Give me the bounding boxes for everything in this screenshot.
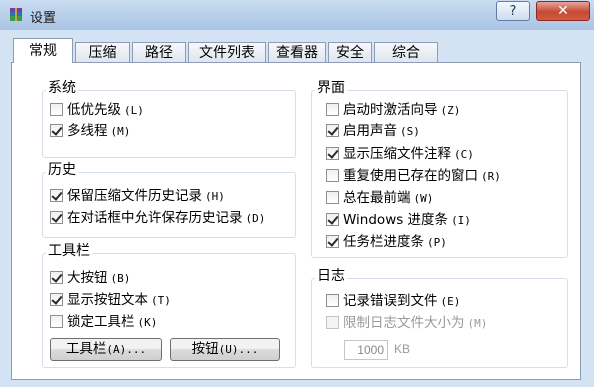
- toolbar-group-title: 工具栏: [46, 243, 92, 259]
- checkbox-box[interactable]: [50, 293, 63, 306]
- checkbox-box[interactable]: [50, 189, 63, 202]
- tab-viewer[interactable]: 查看器: [268, 42, 326, 64]
- checkbox-box[interactable]: [326, 169, 339, 182]
- help-button[interactable]: ?: [496, 1, 530, 21]
- toolbar-settings-button[interactable]: 工具栏(A)...: [50, 338, 162, 361]
- checkbox-box[interactable]: [50, 271, 63, 284]
- checkbox-box[interactable]: [326, 316, 339, 329]
- log-group-title: 日志: [315, 268, 347, 284]
- checkbox-box[interactable]: [326, 213, 339, 226]
- checkbox-box[interactable]: [326, 103, 339, 116]
- log-size-unit: KB: [394, 342, 411, 356]
- window-title: 设置: [30, 11, 57, 26]
- interface-group-title: 界面: [315, 80, 347, 96]
- winrar-app-icon: [8, 7, 24, 23]
- tab-general[interactable]: 常规: [13, 38, 73, 63]
- tab-security[interactable]: 安全: [328, 42, 372, 64]
- close-icon: ✕: [557, 3, 569, 19]
- title-bar[interactable]: 设置 ? ✕: [0, 0, 594, 30]
- history-group-title: 历史: [46, 162, 78, 178]
- system-group-title: 系统: [46, 80, 78, 96]
- tab-file-list[interactable]: 文件列表: [188, 42, 266, 64]
- checkbox-box[interactable]: [326, 235, 339, 248]
- tab-compression[interactable]: 压缩: [75, 42, 130, 64]
- checkbox-box[interactable]: [50, 211, 63, 224]
- log-size-input[interactable]: 1000: [344, 340, 388, 360]
- close-button[interactable]: ✕: [536, 1, 590, 21]
- checkbox-box[interactable]: [326, 191, 339, 204]
- checkbox-box[interactable]: [50, 315, 63, 328]
- checkbox-box[interactable]: [326, 294, 339, 307]
- checkbox-box[interactable]: [326, 147, 339, 160]
- checkbox-box[interactable]: [50, 124, 63, 137]
- checkbox-box[interactable]: [50, 103, 63, 116]
- tab-paths[interactable]: 路径: [132, 42, 186, 64]
- tab-misc[interactable]: 综合: [374, 42, 438, 64]
- question-icon: ?: [509, 4, 517, 19]
- checkbox-box[interactable]: [326, 124, 339, 137]
- buttons-settings-button[interactable]: 按钮(U)...: [170, 338, 280, 361]
